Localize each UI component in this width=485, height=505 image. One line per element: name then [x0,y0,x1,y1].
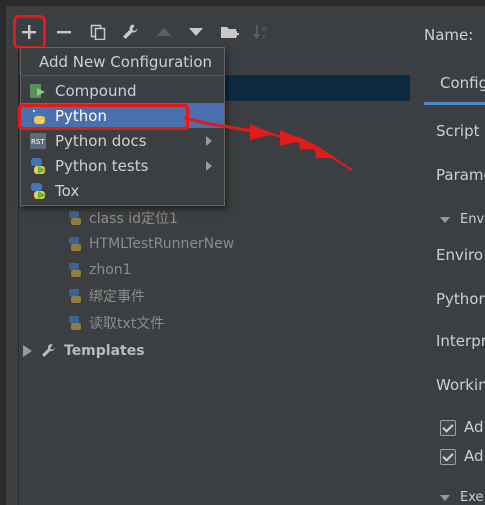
python-annotation-box [18,104,189,130]
tree-item-config[interactable]: 绑定事件 [67,286,145,306]
sort-alphabetically-button[interactable]: az [250,20,274,44]
interpreter-options-label: Interpr [436,332,485,350]
popup-title: Add New Configuration [21,48,224,76]
working-directory-label: Workin [436,376,485,394]
minus-icon [57,31,71,34]
python-icon [69,316,81,330]
configurations-toolbar: az [6,12,406,52]
remove-configuration-button[interactable] [52,20,76,44]
caret-down-icon [440,494,450,501]
copy-icon [90,24,106,40]
tree-item-templates[interactable]: Templates [23,340,145,362]
menu-item-tox[interactable]: Tox [21,178,224,203]
checkbox-label: Ad [464,447,484,465]
tree-item-config[interactable]: zhon1 [67,260,132,280]
window-left-edge [0,6,6,505]
edit-defaults-button[interactable] [118,20,142,44]
tree-item-label: 绑定事件 [89,289,145,305]
tox-icon [31,182,46,199]
section-label: Exe [460,490,484,505]
menu-item-label: Python tests [55,156,149,175]
wrench-icon [123,24,138,39]
sort-az-icon: az [253,25,266,41]
python-icon [69,263,81,277]
compound-icon [30,83,45,98]
python-interpreter-label: Python [436,290,485,308]
script-path-label: Script p [436,122,485,140]
python-icon [69,237,81,251]
new-folder-button[interactable] [218,20,242,44]
tree-item-label: 读取txt文件 [89,316,165,332]
svg-text:z: z [262,33,266,41]
python-icon [69,289,81,303]
templates-label: Templates [64,343,145,359]
section-label: Envi [460,212,485,227]
triangle-up-icon [157,28,171,36]
tree-item-label: class id定位1 [89,211,178,227]
environment-variables-label: Enviro [436,246,484,264]
tab-label: Configu [440,74,485,92]
tab-configuration[interactable]: Configu [424,58,485,105]
tree-item-config[interactable]: HTMLTestRunnerNew [67,234,234,254]
caret-down-icon [440,216,450,223]
rst-docs-icon: RST [30,132,46,149]
tree-item-label: HTMLTestRunnerNew [89,236,235,252]
folder-plus-icon [221,27,239,38]
move-down-button[interactable] [184,20,208,44]
environment-section-toggle[interactable]: Envi [440,212,485,227]
checkbox-label: Ad [464,418,484,436]
move-up-button[interactable] [152,20,176,44]
add-content-roots-checkbox[interactable] [440,420,456,436]
copy-configuration-button[interactable] [86,20,110,44]
tree-item-label: zhon1 [89,262,132,278]
execution-section-toggle[interactable]: Exe [440,490,484,505]
tree-item-config[interactable]: class id定位1 [67,208,178,228]
name-label: Name: [424,26,474,44]
wrench-icon [42,344,55,357]
svg-text:a: a [262,25,266,33]
menu-item-label: Compound [55,81,137,100]
menu-item-label: Python docs [55,131,147,150]
triangle-down-icon [189,28,203,36]
python-icon [69,211,81,225]
parameters-label: Parame [436,166,485,184]
run-debug-configurations-window: az class id定位1 HTMLTestRunnerNew zhon1 绑… [0,0,485,505]
python-tests-icon [31,157,46,174]
add-source-roots-checkbox[interactable] [440,449,456,465]
expand-caret-icon[interactable] [23,345,32,357]
svg-text:RST: RST [31,138,45,146]
configuration-details-panel: Name: Configu Script p Parame Envi Envir… [410,6,485,505]
menu-item-label: Tox [55,181,80,200]
annotation-arrows [183,116,353,171]
tree-item-config[interactable]: 读取txt文件 [67,313,164,333]
add-button-annotation-box [13,15,46,49]
